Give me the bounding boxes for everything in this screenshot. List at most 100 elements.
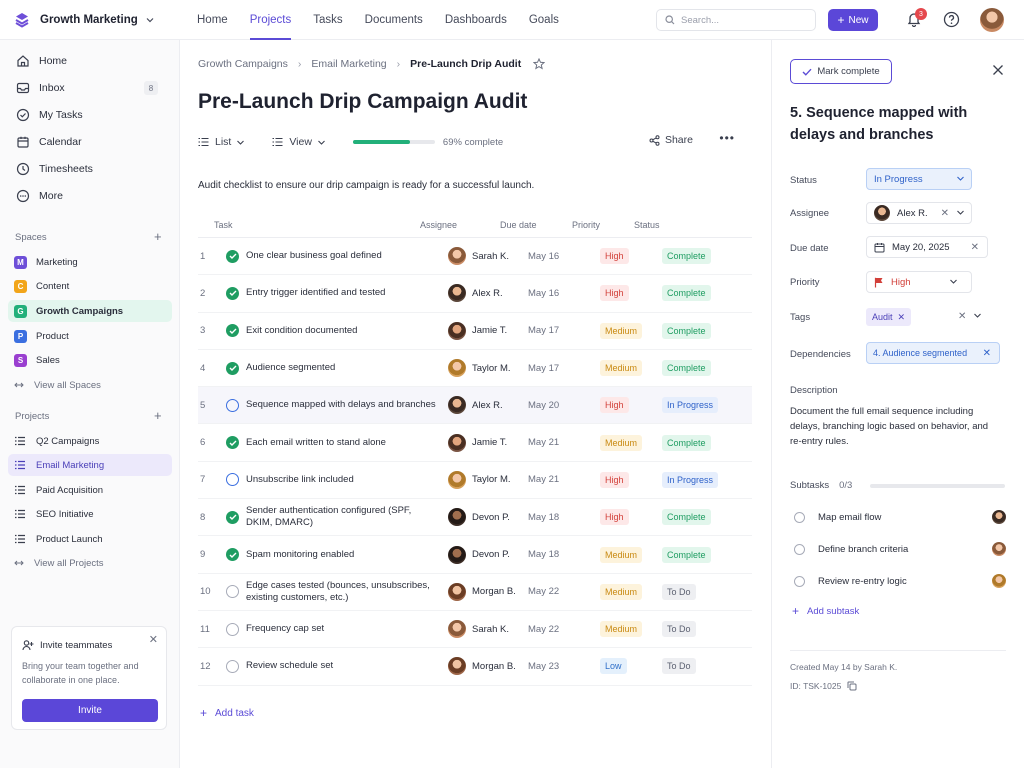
status-cell[interactable]: Complete xyxy=(662,546,752,563)
description-text[interactable]: Document the full email sequence includi… xyxy=(790,404,1000,449)
nav-goals[interactable]: Goals xyxy=(518,0,570,39)
project-seo-initiative[interactable]: SEO Initiative xyxy=(8,503,172,525)
task-name[interactable]: Entry trigger identified and tested xyxy=(246,287,448,299)
task-checkbox[interactable] xyxy=(226,398,246,412)
sidebar-item-home[interactable]: Home xyxy=(8,50,172,72)
status-cell[interactable]: Complete xyxy=(662,360,752,377)
new-button[interactable]: + New xyxy=(828,9,878,31)
workspace-switcher[interactable]: Growth Marketing xyxy=(0,0,180,39)
status-cell[interactable]: Complete xyxy=(662,285,752,302)
invite-button[interactable]: Invite xyxy=(22,699,158,722)
breadcrumb-item[interactable]: Email Marketing xyxy=(311,58,386,70)
task-checkbox[interactable] xyxy=(226,249,246,263)
task-name[interactable]: Review schedule set xyxy=(246,660,448,672)
due-date-cell[interactable]: May 21 xyxy=(528,474,600,485)
complete-check-icon[interactable] xyxy=(226,324,239,338)
due-date-cell[interactable]: May 22 xyxy=(528,586,600,597)
status-cell[interactable]: To Do xyxy=(662,658,752,675)
task-checkbox[interactable] xyxy=(226,659,246,673)
due-date-cell[interactable]: May 18 xyxy=(528,512,600,523)
assignee-cell[interactable]: Taylor M. xyxy=(448,470,528,489)
search-input[interactable]: Search... xyxy=(656,9,816,31)
complete-check-icon[interactable] xyxy=(226,361,239,375)
due-date-cell[interactable]: May 21 xyxy=(528,437,600,448)
chevron-down-icon[interactable] xyxy=(974,313,981,318)
task-checkbox[interactable] xyxy=(226,622,246,636)
status-cell[interactable]: In Progress xyxy=(662,471,752,488)
sidebar-item-my-tasks[interactable]: My Tasks xyxy=(8,104,172,126)
mark-complete-button[interactable]: Mark complete xyxy=(790,59,892,84)
task-name[interactable]: Unsubscribe link included xyxy=(246,474,448,486)
clear-icon[interactable]: ✕ xyxy=(941,208,949,219)
status-cell[interactable]: Complete xyxy=(662,248,752,265)
priority-cell[interactable]: High xyxy=(600,248,662,265)
task-checkbox[interactable] xyxy=(226,510,246,524)
help-icon[interactable] xyxy=(943,11,960,28)
view-all-spaces-link[interactable]: View all Spaces xyxy=(8,374,172,396)
add-project-button[interactable]: + xyxy=(154,408,162,423)
subtask-checkbox[interactable] xyxy=(794,543,805,555)
table-row[interactable]: 4 Audience segmented Taylor M. May 17 Medium… xyxy=(198,350,752,388)
assignee-cell[interactable]: Sarah K. xyxy=(448,247,528,266)
nav-dashboards[interactable]: Dashboards xyxy=(434,0,518,39)
status-cell[interactable]: Complete xyxy=(662,509,752,526)
complete-check-icon[interactable] xyxy=(226,548,239,562)
table-row[interactable]: 9 Spam monitoring enabled Devon P. May 18 Me… xyxy=(198,536,752,574)
priority-cell[interactable]: Medium xyxy=(600,434,662,451)
due-date-cell[interactable]: May 23 xyxy=(528,661,600,672)
nav-projects[interactable]: Projects xyxy=(239,0,303,40)
star-icon[interactable] xyxy=(533,58,546,70)
nav-tasks[interactable]: Tasks xyxy=(302,0,353,39)
assignee-cell[interactable]: Alex R. xyxy=(448,284,528,303)
status-cell[interactable]: Complete xyxy=(662,434,752,451)
due-date-cell[interactable]: May 22 xyxy=(528,624,600,635)
table-row[interactable]: 12 Review schedule set Morgan B. May 23 Low T… xyxy=(198,648,752,686)
table-row[interactable]: 6 Each email written to stand alone Jamie … xyxy=(198,424,752,462)
space-marketing[interactable]: M Marketing xyxy=(8,251,172,273)
task-name[interactable]: Frequency cap set xyxy=(246,623,448,635)
priority-cell[interactable]: High xyxy=(600,509,662,526)
status-cell[interactable]: In Progress xyxy=(662,397,752,414)
assignee-cell[interactable]: Jamie T. xyxy=(448,321,528,340)
more-options-icon[interactable]: ••• xyxy=(719,131,735,145)
table-row[interactable]: 3 Exit condition documented Jamie T. May 17… xyxy=(198,313,752,350)
task-checkbox[interactable] xyxy=(226,361,246,375)
due-date-field[interactable]: May 20, 2025 ✕ xyxy=(866,236,988,258)
space-product[interactable]: P Product xyxy=(8,325,172,347)
priority-cell[interactable]: Medium xyxy=(600,360,662,377)
task-name[interactable]: Each email written to stand alone xyxy=(246,437,448,449)
in-progress-circle-icon[interactable] xyxy=(226,398,239,412)
complete-check-icon[interactable] xyxy=(226,249,239,263)
share-button[interactable]: Share xyxy=(649,134,693,146)
breadcrumb-item[interactable]: Growth Campaigns xyxy=(198,58,288,70)
task-name[interactable]: Sequence mapped with delays and branches xyxy=(246,399,448,411)
nav-home[interactable]: Home xyxy=(186,0,239,39)
column-header-priority[interactable]: Priority xyxy=(572,220,634,230)
project-q2-campaigns[interactable]: Q2 Campaigns xyxy=(8,430,172,452)
complete-check-icon[interactable] xyxy=(226,510,239,524)
subtask-checkbox[interactable] xyxy=(794,511,805,523)
add-space-button[interactable]: + xyxy=(154,229,162,244)
project-paid-acquisition[interactable]: Paid Acquisition xyxy=(8,479,172,501)
due-date-cell[interactable]: May 17 xyxy=(528,363,600,374)
task-name[interactable]: Spam monitoring enabled xyxy=(246,549,448,561)
table-row[interactable]: 2 Entry trigger identified and tested Alex… xyxy=(198,275,752,313)
dependency-chip[interactable]: 4. Audience segmented ✕ xyxy=(866,342,1000,364)
subtask-item[interactable]: Define branch criteria xyxy=(794,541,1006,557)
space-sales[interactable]: S Sales xyxy=(8,349,172,371)
space-growth-campaigns[interactable]: G Growth Campaigns xyxy=(8,300,172,322)
table-row[interactable]: 11 Frequency cap set Sarah K. May 22 Medium T… xyxy=(198,611,752,649)
todo-circle-icon[interactable] xyxy=(226,659,239,673)
column-header-due-date[interactable]: Due date xyxy=(500,220,572,230)
user-avatar[interactable] xyxy=(980,8,1004,32)
priority-cell[interactable]: High xyxy=(600,285,662,302)
assignee-cell[interactable]: Morgan B. xyxy=(448,657,528,676)
task-checkbox[interactable] xyxy=(226,436,246,450)
priority-cell[interactable]: High xyxy=(600,397,662,414)
complete-check-icon[interactable] xyxy=(226,436,239,450)
add-subtask-button[interactable]: + Add subtask xyxy=(792,604,859,618)
tag-chip[interactable]: Audit ✕ xyxy=(866,308,912,326)
view-all-projects-link[interactable]: View all Projects xyxy=(8,552,172,574)
column-header-assignee[interactable]: Assignee xyxy=(420,220,500,230)
task-checkbox[interactable] xyxy=(226,585,246,599)
